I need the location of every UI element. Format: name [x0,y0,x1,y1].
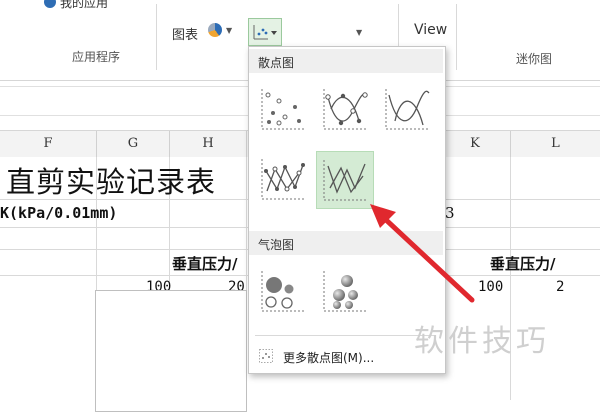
watermark-text: 软件技巧 [414,324,550,359]
